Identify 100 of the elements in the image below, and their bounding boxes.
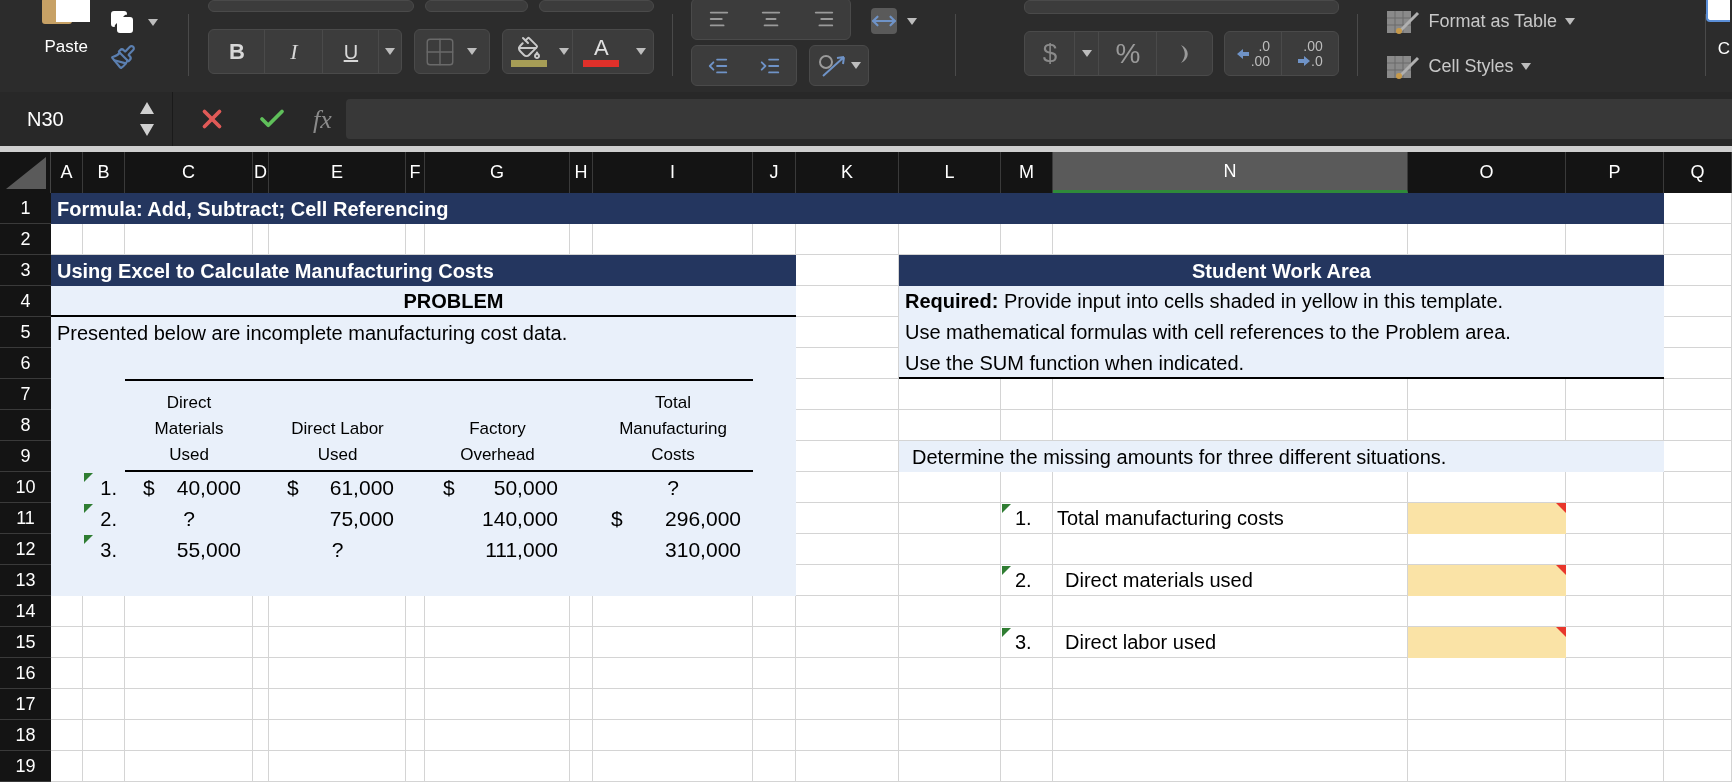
sheet-cell[interactable] [593,224,753,255]
row-header[interactable]: 12 [0,534,51,565]
sheet-cell[interactable] [796,441,899,472]
row-header[interactable]: 8 [0,410,51,441]
sheet-cell[interactable] [1664,751,1732,782]
sheet-cell[interactable] [1053,224,1408,255]
sheet-cell[interactable] [51,627,83,658]
sheet-cell[interactable] [269,658,406,689]
sheet-cell[interactable] [1664,255,1732,286]
sheet-cell[interactable] [253,224,269,255]
paste-button[interactable]: Paste [44,34,88,60]
row-header[interactable]: 9 [0,441,51,472]
name-box[interactable]: N30 [0,104,140,134]
sheet-cell[interactable] [1664,348,1732,379]
sheet-cell[interactable] [425,224,570,255]
sheet-cell[interactable] [51,224,83,255]
sheet-cell[interactable] [593,658,753,689]
sheet-cell[interactable] [406,627,425,658]
increase-decimal-button[interactable]: .0 .00 [1225,32,1283,75]
sheet-cell[interactable] [1053,472,1408,503]
sheet-cell[interactable] [1053,751,1408,782]
sheet-cell[interactable] [796,534,899,565]
sheet-cell[interactable] [796,348,899,379]
sheet-cell[interactable] [899,534,1001,565]
sheet-cell[interactable] [51,720,83,751]
sheet-cell[interactable] [796,503,899,534]
sheet-cell[interactable] [1566,627,1664,658]
answer-field[interactable] [1408,503,1566,534]
toolbar-control[interactable] [1024,0,1340,14]
sheet-cell[interactable] [269,751,406,782]
sheet-cell[interactable] [1408,720,1566,751]
sheet-cell[interactable] [1664,286,1732,317]
row-header[interactable]: 4 [0,286,51,317]
sheet-cell[interactable] [1664,472,1732,503]
sheet-cell[interactable]: Total manufacturing costs [1053,503,1408,534]
underline-button[interactable]: U [323,30,380,73]
sheet-cell[interactable] [425,596,570,627]
sheet-cell[interactable] [570,689,593,720]
sheet-cell[interactable] [796,689,899,720]
sheet-cell[interactable] [1566,720,1664,751]
sheet-cell[interactable] [1566,751,1664,782]
sheet-cell[interactable] [125,689,253,720]
sheet-cell[interactable] [1566,534,1664,565]
style-button[interactable]: Format as Table [1386,8,1661,35]
sheet-cell[interactable] [796,658,899,689]
sheet-cell[interactable] [406,224,425,255]
sheet-cell[interactable] [796,410,899,441]
sheet-cell[interactable] [1664,720,1732,751]
sheet-cell[interactable] [796,286,899,317]
sheet-cell[interactable] [406,658,425,689]
sheet-cell[interactable] [1664,689,1732,720]
sheet-cell[interactable] [753,751,796,782]
sheet-cell[interactable] [406,596,425,627]
row-header[interactable]: 10 [0,472,51,503]
sheet-cell[interactable] [796,255,899,286]
function-label[interactable]: fx [313,99,332,139]
sheet-cell[interactable] [796,224,899,255]
sheet-cell[interactable] [125,658,253,689]
fill-color-icon[interactable] [517,36,542,60]
sheet-cell[interactable] [125,627,253,658]
sheet-cell[interactable] [570,751,593,782]
sheet-cell[interactable] [1664,658,1732,689]
column-header[interactable]: K [796,152,899,193]
sheet-cell[interactable] [593,689,753,720]
answer-field[interactable] [1408,565,1566,596]
sheet-cell[interactable] [1664,224,1732,255]
sheet-cell[interactable] [1053,534,1408,565]
merge-icon[interactable] [871,8,898,34]
sheet-cell[interactable] [425,658,570,689]
sheet-cell[interactable] [253,751,269,782]
column-header[interactable]: F [406,152,425,193]
decrease-decimal-button[interactable]: .00 .0 [1282,32,1339,75]
sheet-cell[interactable] [1053,658,1408,689]
sheet-cell[interactable] [1408,751,1566,782]
column-header[interactable]: P [1566,152,1664,193]
sheet-cell[interactable] [1053,410,1408,441]
row-header[interactable]: 1 [0,193,51,224]
sheet-cell[interactable] [570,658,593,689]
sheet-cell[interactable] [83,720,125,751]
sheet-cell[interactable] [83,751,125,782]
sheet-cell[interactable] [1053,720,1408,751]
row-header[interactable]: 18 [0,720,51,751]
sheet-cell[interactable] [899,224,1001,255]
sheet-cell[interactable] [1566,379,1664,410]
sheet-cell[interactable] [125,720,253,751]
sheet-cell[interactable] [253,596,269,627]
sheet-cell[interactable] [796,627,899,658]
sheet-cell[interactable] [593,596,753,627]
sheet-cell[interactable] [1664,565,1732,596]
sheet-cell[interactable] [269,224,406,255]
sheet-cell[interactable] [425,751,570,782]
sheet-cell[interactable] [83,689,125,720]
toolbar-control[interactable] [425,0,529,12]
sheet-cell[interactable] [1566,565,1664,596]
stepper-icon[interactable] [140,102,154,136]
sheet-cell[interactable] [1566,224,1664,255]
sheet-cell[interactable] [406,689,425,720]
column-header[interactable]: B [83,152,125,193]
row-header[interactable]: 13 [0,565,51,596]
sheet-cell[interactable] [753,689,796,720]
